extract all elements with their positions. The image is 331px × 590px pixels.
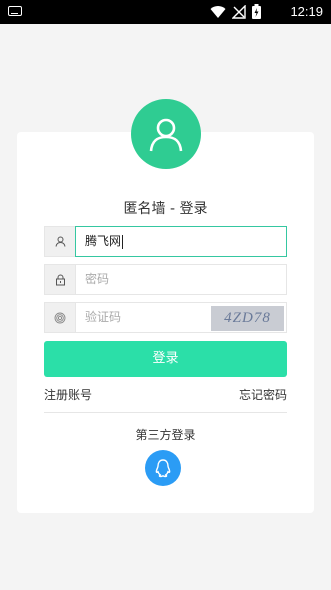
lock-icon — [55, 274, 65, 285]
password-input[interactable]: 密码 — [75, 264, 287, 295]
status-bar: 12:19 — [0, 0, 331, 24]
password-field-icon-box — [44, 264, 75, 295]
login-button[interactable]: 登录 — [44, 341, 287, 377]
password-row: 密码 — [44, 264, 287, 295]
keyboard-icon — [8, 6, 22, 16]
user-icon — [149, 118, 183, 152]
captcha-input[interactable]: 验证码 4ZD78 — [75, 302, 287, 333]
username-input[interactable]: 腾飞网 — [75, 226, 287, 257]
username-row: 腾飞网 — [44, 226, 287, 257]
captcha-placeholder: 验证码 — [85, 310, 122, 324]
user-field-icon-box — [44, 226, 75, 257]
user-icon — [55, 236, 65, 247]
register-link[interactable]: 注册账号 — [44, 386, 92, 403]
page-title: 匿名墙 - 登录 — [123, 201, 208, 217]
third-party-login-label: 第三方登录 — [135, 428, 196, 442]
status-time: 12:19 — [290, 4, 323, 19]
wifi-icon — [210, 5, 226, 18]
captcha-field-icon-box — [44, 302, 75, 333]
qq-login-button[interactable] — [145, 450, 181, 486]
captcha-image[interactable]: 4ZD78 — [211, 306, 284, 331]
avatar — [131, 99, 201, 169]
divider — [44, 412, 287, 413]
captcha-row: 验证码 4ZD78 — [44, 302, 287, 333]
battery-icon — [252, 4, 261, 19]
fingerprint-icon — [54, 312, 66, 323]
qq-icon — [155, 459, 171, 478]
no-signal-icon — [232, 4, 246, 19]
forgot-password-link[interactable]: 忘记密码 — [239, 386, 287, 403]
